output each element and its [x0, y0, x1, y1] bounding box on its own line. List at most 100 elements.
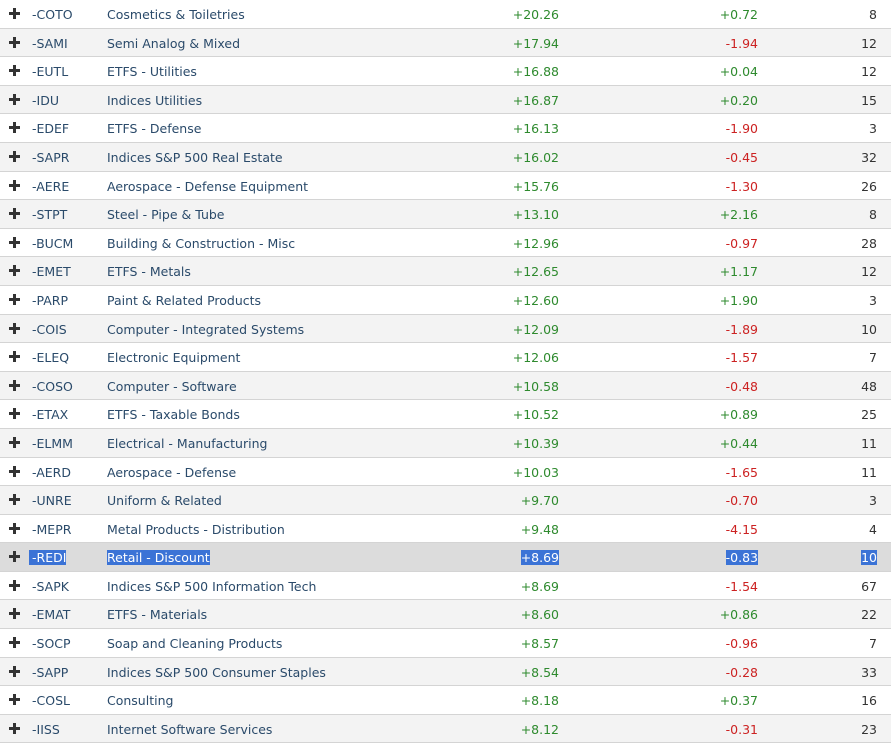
group-name-cell[interactable]: Computer - Software	[107, 379, 237, 394]
table-row[interactable]: -ELEQ Electronic Equipment +12.06 -1.57 …	[0, 343, 891, 372]
table-row[interactable]: -EMET ETFS - Metals +12.65 +1.17 12	[0, 257, 891, 286]
expand-plus-icon[interactable]	[8, 579, 21, 592]
expand-plus-icon[interactable]	[8, 379, 21, 392]
table-row[interactable]: -STPT Steel - Pipe & Tube +13.10 +2.16 8	[0, 200, 891, 229]
expand-plus-icon[interactable]	[8, 322, 21, 335]
table-row[interactable]: -COTO Cosmetics & Toiletries +20.26 +0.7…	[0, 0, 891, 29]
expand-plus-icon[interactable]	[8, 607, 21, 620]
group-name-cell[interactable]: Uniform & Related	[107, 493, 222, 508]
change-1-cell: +20.26	[512, 7, 559, 22]
expand-plus-icon[interactable]	[8, 493, 21, 506]
table-row[interactable]: -SAPR Indices S&P 500 Real Estate +16.02…	[0, 142, 891, 172]
group-name-cell[interactable]: Electrical - Manufacturing	[107, 436, 267, 451]
group-name-cell[interactable]: Metal Products - Distribution	[107, 522, 285, 537]
table-row[interactable]: -SOCP Soap and Cleaning Products +8.57 -…	[0, 629, 891, 658]
change-1-cell: +17.94	[512, 35, 559, 51]
expand-plus-icon[interactable]	[8, 436, 21, 449]
count-cell: 3	[869, 292, 877, 308]
expand-plus-icon[interactable]	[8, 179, 21, 192]
change-2-cell: -0.97	[725, 235, 758, 251]
table-row[interactable]: -UNRE Uniform & Related +9.70 -0.70 3	[0, 486, 891, 515]
group-name-cell[interactable]: ETFS - Defense	[107, 121, 201, 136]
table-row[interactable]: -SAPK Indices S&P 500 Information Tech +…	[0, 572, 891, 601]
symbol-cell: -UNRE	[32, 493, 72, 509]
group-name-cell[interactable]: ETFS - Metals	[107, 264, 191, 279]
table-row[interactable]: -SAPP Indices S&P 500 Consumer Staples +…	[0, 657, 891, 687]
table-row[interactable]: -MEPR Metal Products - Distribution +9.4…	[0, 515, 891, 544]
table-row[interactable]: -BUCM Building & Construction - Misc +12…	[0, 229, 891, 258]
change-2-cell: -0.70	[725, 493, 758, 509]
group-name-cell[interactable]: Indices S&P 500 Information Tech	[107, 579, 316, 594]
expand-plus-icon[interactable]	[8, 264, 21, 277]
group-name-cell[interactable]: ETFS - Taxable Bonds	[107, 407, 240, 422]
expand-plus-icon[interactable]	[8, 465, 21, 478]
expand-plus-icon[interactable]	[8, 350, 21, 363]
change-2-cell: -1.57	[725, 350, 758, 366]
table-row[interactable]: -COSO Computer - Software +10.58 -0.48 4…	[0, 371, 891, 401]
group-name-cell[interactable]: Indices S&P 500 Consumer Staples	[107, 665, 326, 680]
industry-group-table: -COTO Cosmetics & Toiletries +20.26 +0.7…	[0, 0, 891, 744]
change-2-cell: -0.48	[725, 378, 758, 394]
group-name-cell[interactable]: Soap and Cleaning Products	[107, 636, 282, 651]
change-1-cell: +16.13	[512, 121, 559, 137]
symbol-cell: -ELEQ	[32, 350, 70, 366]
expand-plus-icon[interactable]	[8, 93, 21, 106]
table-row[interactable]: -SAMI Semi Analog & Mixed +17.94 -1.94 1…	[0, 28, 891, 58]
table-row[interactable]: -EUTL ETFS - Utilities +16.88 +0.04 12	[0, 57, 891, 86]
group-name-cell[interactable]: Steel - Pipe & Tube	[107, 207, 225, 222]
change-2-cell: +0.72	[719, 7, 758, 22]
table-row[interactable]: -AERD Aerospace - Defense +10.03 -1.65 1…	[0, 458, 891, 487]
group-name-cell[interactable]: Indices Utilities	[107, 93, 202, 108]
expand-plus-icon[interactable]	[8, 236, 21, 249]
group-name-cell[interactable]: ETFS - Materials	[107, 607, 207, 622]
count-cell: 32	[861, 149, 877, 165]
group-name-cell[interactable]: ETFS - Utilities	[107, 64, 197, 79]
expand-plus-icon[interactable]	[8, 407, 21, 420]
table-row[interactable]: -EDEF ETFS - Defense +16.13 -1.90 3	[0, 114, 891, 143]
change-2-cell: -0.83	[725, 550, 758, 566]
group-name-cell[interactable]: Paint & Related Products	[107, 293, 261, 308]
group-name-cell[interactable]: Retail - Discount	[107, 550, 210, 566]
table-row[interactable]: -PARP Paint & Related Products +12.60 +1…	[0, 286, 891, 315]
symbol-cell: -AERD	[32, 464, 71, 480]
count-cell: 25	[861, 407, 877, 423]
group-name-cell[interactable]: Electronic Equipment	[107, 350, 240, 365]
change-1-cell: +12.60	[512, 292, 559, 308]
group-name-cell[interactable]: Cosmetics & Toiletries	[107, 7, 245, 22]
expand-plus-icon[interactable]	[8, 722, 21, 735]
change-1-cell: +12.06	[512, 350, 559, 366]
group-name-cell[interactable]: Computer - Integrated Systems	[107, 322, 304, 337]
group-name-cell[interactable]: Internet Software Services	[107, 722, 272, 737]
expand-plus-icon[interactable]	[8, 207, 21, 220]
expand-plus-icon[interactable]	[8, 693, 21, 706]
table-row[interactable]: -EMAT ETFS - Materials +8.60 +0.86 22	[0, 600, 891, 630]
expand-plus-icon[interactable]	[8, 36, 21, 49]
change-1-cell: +8.54	[520, 664, 559, 680]
group-name-cell[interactable]: Indices S&P 500 Real Estate	[107, 150, 283, 165]
count-cell: 12	[861, 64, 877, 80]
table-row[interactable]: -AERE Aerospace - Defense Equipment +15.…	[0, 172, 891, 201]
change-1-cell: +10.39	[512, 435, 559, 451]
group-name-cell[interactable]: Building & Construction - Misc	[107, 236, 295, 251]
change-2-cell: +2.16	[719, 207, 758, 223]
table-row[interactable]: -COSL Consulting +8.18 +0.37 16	[0, 686, 891, 715]
group-name-cell[interactable]: Semi Analog & Mixed	[107, 36, 240, 51]
expand-plus-icon[interactable]	[8, 7, 21, 20]
expand-plus-icon[interactable]	[8, 150, 21, 163]
expand-plus-icon[interactable]	[8, 665, 21, 678]
expand-plus-icon[interactable]	[8, 550, 21, 563]
table-row[interactable]: -COIS Computer - Integrated Systems +12.…	[0, 314, 891, 344]
table-row[interactable]: -IDU Indices Utilities +16.87 +0.20 15	[0, 85, 891, 115]
table-row[interactable]: -ELMM Electrical - Manufacturing +10.39 …	[0, 428, 891, 458]
group-name-cell[interactable]: Aerospace - Defense Equipment	[107, 179, 308, 194]
group-name-cell[interactable]: Consulting	[107, 693, 173, 708]
group-name-cell[interactable]: Aerospace - Defense	[107, 465, 236, 480]
expand-plus-icon[interactable]	[8, 293, 21, 306]
expand-plus-icon[interactable]	[8, 522, 21, 535]
table-row[interactable]: -ETAX ETFS - Taxable Bonds +10.52 +0.89 …	[0, 400, 891, 429]
expand-plus-icon[interactable]	[8, 64, 21, 77]
table-row[interactable]: -IISS Internet Software Services +8.12 -…	[0, 714, 891, 744]
table-row[interactable]: -REDI Retail - Discount +8.69 -0.83 10	[0, 543, 891, 572]
expand-plus-icon[interactable]	[8, 636, 21, 649]
expand-plus-icon[interactable]	[8, 121, 21, 134]
